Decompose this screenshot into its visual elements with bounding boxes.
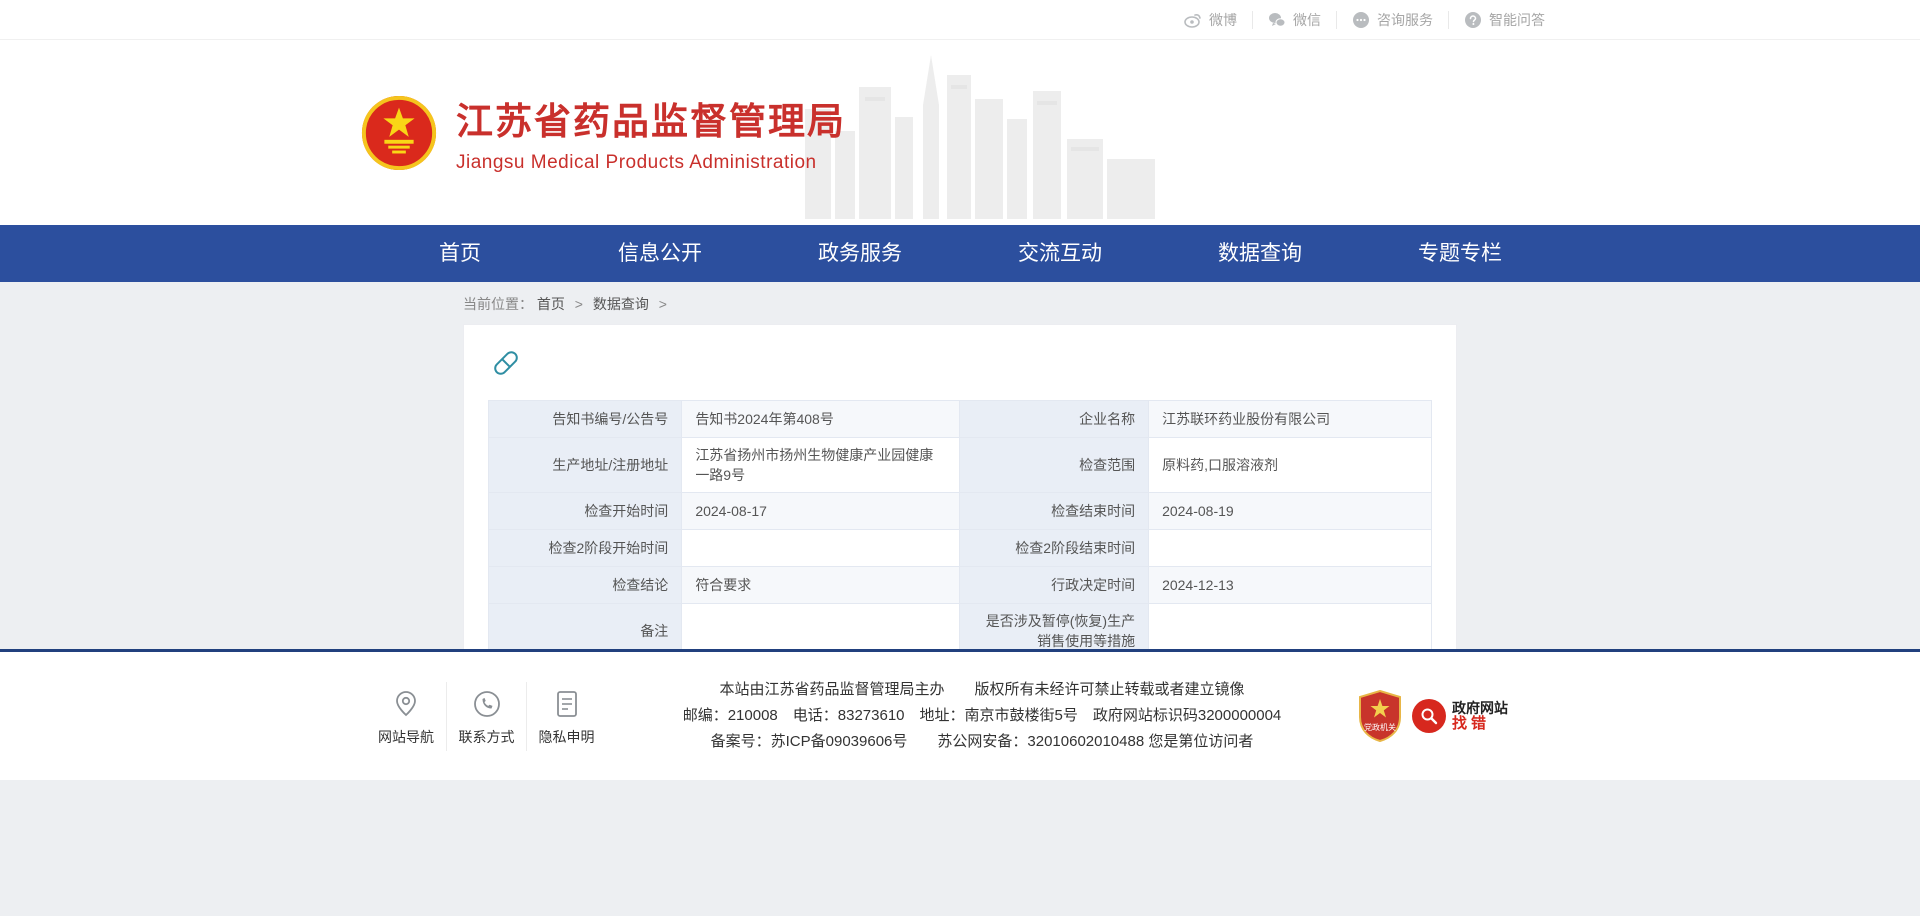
table-row: 告知书编号/公告号 告知书2024年第408号 企业名称 江苏联环药业股份有限公… xyxy=(489,401,1432,438)
nav-item-special-topics[interactable]: 专题专栏 xyxy=(1360,225,1560,282)
cell-value: 2024-08-17 xyxy=(682,493,960,530)
smart-qa-icon xyxy=(1464,11,1482,29)
topbar: 微博 微信 咨询服务 智能问答 xyxy=(0,0,1920,40)
table-row: 检查2阶段开始时间 检查2阶段结束时间 xyxy=(489,530,1432,567)
breadcrumb: 当前位置： 首页 > 数据查询 > xyxy=(463,282,1457,324)
footer-link-contact[interactable]: 联系方式 xyxy=(446,682,526,751)
cell-value: 告知书2024年第408号 xyxy=(682,401,960,438)
cell-value: 原料药,口服溶液剂 xyxy=(1149,438,1432,493)
inspection-detail-table: 告知书编号/公告号 告知书2024年第408号 企业名称 江苏联环药业股份有限公… xyxy=(488,400,1432,659)
cell-label: 检查开始时间 xyxy=(489,493,682,530)
site-footer: 网站导航 联系方式 xyxy=(0,649,1920,780)
table-row: 生产地址/注册地址 江苏省扬州市扬州生物健康产业园健康一路9号 检查范围 原料药… xyxy=(489,438,1432,493)
national-emblem-logo xyxy=(360,94,438,172)
main-nav: 首页 信息公开 政务服务 交流互动 数据查询 专题专栏 xyxy=(0,225,1920,282)
party-gov-badge[interactable]: 党政机关 xyxy=(1358,690,1402,742)
site-header: 江苏省药品监督管理局 Jiangsu Medical Products Admi… xyxy=(0,40,1920,225)
nav-item-home[interactable]: 首页 xyxy=(360,225,560,282)
nav-item-info-disclosure[interactable]: 信息公开 xyxy=(560,225,760,282)
cell-value: 符合要求 xyxy=(682,567,960,604)
pill-icon xyxy=(490,347,522,379)
footer-links: 网站导航 联系方式 xyxy=(360,682,606,751)
cell-value xyxy=(1149,530,1432,567)
cell-value: 江苏省扬州市扬州生物健康产业园健康一路9号 xyxy=(682,438,960,493)
footer-badges: 党政机关 政府网站 找错 xyxy=(1358,690,1560,742)
breadcrumb-link-home[interactable]: 首页 xyxy=(537,296,565,312)
nav-item-gov-services[interactable]: 政务服务 xyxy=(760,225,960,282)
cell-label: 行政决定时间 xyxy=(960,567,1149,604)
site-title-cn: 江苏省药品监督管理局 xyxy=(456,91,846,145)
city-skyline-decoration xyxy=(805,47,1165,219)
document-icon xyxy=(555,690,579,718)
footer-link-label: 隐私申明 xyxy=(527,727,606,747)
footer-link-label: 联系方式 xyxy=(447,727,526,747)
magnifier-seal-icon xyxy=(1412,699,1446,733)
topbar-item-smart-qa[interactable]: 智能问答 xyxy=(1448,11,1560,29)
site-title-block: 江苏省药品监督管理局 Jiangsu Medical Products Admi… xyxy=(456,91,846,174)
cell-label: 检查范围 xyxy=(960,438,1149,493)
footer-link-sitemap[interactable]: 网站导航 xyxy=(366,682,446,751)
cell-label: 告知书编号/公告号 xyxy=(489,401,682,438)
topbar-item-weibo[interactable]: 微博 xyxy=(1169,11,1252,29)
badge-text-find-error: 找错 xyxy=(1452,716,1508,732)
cell-value: 江苏联环药业股份有限公司 xyxy=(1149,401,1432,438)
cell-label: 检查结论 xyxy=(489,567,682,604)
breadcrumb-separator: > xyxy=(659,296,667,312)
topbar-item-label: 咨询服务 xyxy=(1377,10,1433,30)
svg-text:党政机关: 党政机关 xyxy=(1364,722,1396,732)
badge-text-gov-site: 政府网站 xyxy=(1452,700,1508,716)
topbar-item-label: 智能问答 xyxy=(1489,10,1545,30)
topbar-item-label: 微博 xyxy=(1209,10,1237,30)
map-pin-icon xyxy=(394,690,418,718)
table-row: 检查开始时间 2024-08-17 检查结束时间 2024-08-19 xyxy=(489,493,1432,530)
nav-item-interaction[interactable]: 交流互动 xyxy=(960,225,1160,282)
inspection-detail-card: 告知书编号/公告号 告知书2024年第408号 企业名称 江苏联环药业股份有限公… xyxy=(463,324,1457,688)
cell-value: 2024-08-19 xyxy=(1149,493,1432,530)
phone-icon xyxy=(473,690,501,718)
breadcrumb-link-data-query[interactable]: 数据查询 xyxy=(593,296,649,312)
footer-line-host: 本站由江苏省药品监督管理局主办 版权所有未经许可禁止转载或者建立镜像 xyxy=(620,677,1344,703)
gov-site-error-report-badge[interactable]: 政府网站 找错 xyxy=(1412,699,1508,733)
footer-link-label: 网站导航 xyxy=(366,727,446,747)
topbar-item-consult[interactable]: 咨询服务 xyxy=(1336,11,1448,29)
topbar-item-label: 微信 xyxy=(1293,10,1321,30)
topbar-item-wechat[interactable]: 微信 xyxy=(1252,11,1336,29)
main-content-area: 当前位置： 首页 > 数据查询 > xyxy=(0,282,1920,649)
nav-item-data-query[interactable]: 数据查询 xyxy=(1160,225,1360,282)
cell-label: 检查结束时间 xyxy=(960,493,1149,530)
breadcrumb-separator: > xyxy=(575,296,583,312)
table-row: 检查结论 符合要求 行政决定时间 2024-12-13 xyxy=(489,567,1432,604)
site-title-en: Jiangsu Medical Products Administration xyxy=(456,152,846,174)
breadcrumb-prefix: 当前位置： xyxy=(463,296,533,312)
cell-label: 检查2阶段开始时间 xyxy=(489,530,682,567)
footer-line-contact: 邮编：210008 电话：83273610 地址：南京市鼓楼街5号 政府网站标识… xyxy=(620,703,1344,729)
consult-service-icon xyxy=(1352,11,1370,29)
cell-label: 生产地址/注册地址 xyxy=(489,438,682,493)
cell-value: 2024-12-13 xyxy=(1149,567,1432,604)
weibo-icon xyxy=(1184,11,1202,29)
cell-label: 企业名称 xyxy=(960,401,1149,438)
footer-line-icp: 备案号：苏ICP备09039606号 苏公网安备：32010602010488 … xyxy=(620,729,1344,755)
cell-label: 检查2阶段结束时间 xyxy=(960,530,1149,567)
cell-value xyxy=(682,530,960,567)
wechat-icon xyxy=(1268,11,1286,29)
footer-text: 本站由江苏省药品监督管理局主办 版权所有未经许可禁止转载或者建立镜像 邮编：21… xyxy=(606,677,1358,755)
footer-link-privacy[interactable]: 隐私申明 xyxy=(526,682,606,751)
